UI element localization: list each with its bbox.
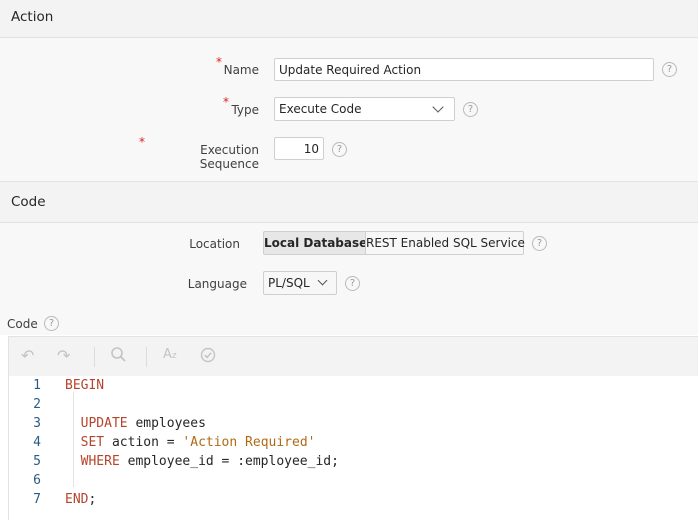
action-section-title: Action xyxy=(11,9,54,25)
action-section-body: * Name Update Required Action ? * Type E… xyxy=(0,38,698,181)
sequence-label: Execution Sequence xyxy=(199,143,259,171)
line-number: 4 xyxy=(33,435,41,450)
code-keyword: UPDATE xyxy=(80,416,128,431)
undo-icon[interactable]: ↶ xyxy=(21,346,34,365)
location-label: Location xyxy=(189,237,240,251)
code-keyword: BEGIN xyxy=(65,378,105,393)
location-local-database[interactable]: Local Database xyxy=(263,231,367,255)
chevron-down-icon xyxy=(432,101,444,113)
name-help-icon[interactable]: ? xyxy=(662,62,677,77)
code-line[interactable]: BEGIN xyxy=(65,378,104,393)
code-line[interactable]: SET action = 'Action Required' xyxy=(65,435,316,450)
redo-icon[interactable]: ↷ xyxy=(57,346,70,365)
name-input[interactable]: Update Required Action xyxy=(274,58,654,81)
location-help-icon[interactable]: ? xyxy=(532,236,547,251)
line-number: 2 xyxy=(33,397,41,412)
code-keyword: SET xyxy=(80,435,105,450)
type-help-icon[interactable]: ? xyxy=(463,102,478,117)
line-number: 5 xyxy=(33,454,41,469)
sequence-input[interactable]: 10 xyxy=(274,137,324,160)
action-section-header: Action xyxy=(0,0,698,38)
code-line[interactable]: WHERE employee_id = :employee_id; xyxy=(65,454,339,469)
chevron-down-icon xyxy=(317,275,328,286)
line-number: 3 xyxy=(33,416,41,431)
code-text: ; xyxy=(88,492,97,507)
code-help-icon[interactable]: ? xyxy=(44,316,59,331)
sequence-help-icon[interactable]: ? xyxy=(332,142,347,157)
type-label: Type xyxy=(231,103,259,117)
code-section-body: Location Local Database REST Enabled SQL… xyxy=(0,223,698,335)
code-keyword: WHERE xyxy=(80,454,120,469)
location-rest-enabled-sql[interactable]: REST Enabled SQL Service xyxy=(365,231,525,255)
code-editor[interactable]: 1 BEGIN 2 3 UPDATE employees 4 SET action = … xyxy=(8,376,698,520)
toolbar-divider xyxy=(146,347,147,367)
code-section-header: Code xyxy=(0,181,698,223)
search-icon[interactable] xyxy=(110,346,127,367)
check-circle-icon[interactable] xyxy=(200,347,216,367)
code-line[interactable]: UPDATE employees xyxy=(65,416,206,431)
name-label: Name xyxy=(223,63,259,77)
line-number: 7 xyxy=(33,492,41,507)
line-number: 1 xyxy=(33,378,41,393)
location-toggle: Local Database REST Enabled SQL Service xyxy=(263,231,525,255)
language-label: Language xyxy=(187,277,247,291)
line-number: 6 xyxy=(33,473,41,488)
code-text: action = xyxy=(104,435,183,450)
code-keyword: END xyxy=(65,492,89,507)
code-editor-toolbar: ↶ ↷ Az xyxy=(8,336,698,376)
code-text: employee_id = :employee_id; xyxy=(119,454,339,469)
code-string: 'Action Required' xyxy=(182,435,316,450)
code-label: Code xyxy=(7,317,38,331)
language-select[interactable]: PL/SQL xyxy=(263,271,337,295)
toolbar-divider xyxy=(94,347,95,367)
language-help-icon[interactable]: ? xyxy=(345,276,360,291)
code-text: employees xyxy=(127,416,206,431)
text-case-icon[interactable]: Az xyxy=(163,347,177,362)
code-section-title: Code xyxy=(11,194,46,210)
type-select[interactable]: Execute Code xyxy=(274,97,455,121)
code-line[interactable]: END; xyxy=(65,492,96,507)
